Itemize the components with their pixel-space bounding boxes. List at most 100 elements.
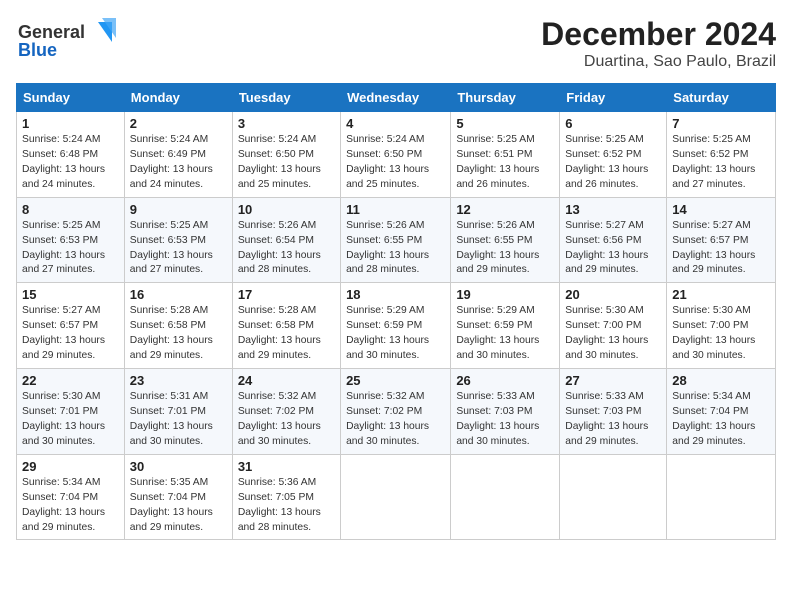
day-number: 24 xyxy=(238,373,335,388)
svg-text:General: General xyxy=(18,22,85,42)
calendar-cell: 20 Sunrise: 5:30 AMSunset: 7:00 PMDayligh… xyxy=(560,283,667,369)
calendar-cell xyxy=(341,454,451,540)
day-info: Sunrise: 5:24 AMSunset: 6:50 PMDaylight:… xyxy=(346,133,445,193)
calendar-cell: 10Sunrise: 5:26 AMSunset: 6:54 PMDayligh… xyxy=(232,197,340,283)
day-info: Sunrise: 5:31 AMSunset: 7:01 PMDaylight:… xyxy=(130,390,227,450)
calendar-cell: 15Sunrise: 5:27 AMSunset: 6:57 PMDayligh… xyxy=(17,283,125,369)
day-info: Sunrise: 5:24 AMSunset: 6:50 PMDaylight:… xyxy=(238,133,335,193)
day-info: Sunrise: 5:27 AMSunset: 6:56 PMDaylight:… xyxy=(565,219,661,279)
day-number: 18 xyxy=(346,287,445,302)
day-number: 3 xyxy=(238,116,335,131)
calendar-cell xyxy=(451,454,560,540)
day-info: Sunrise: 5:32 AMSunset: 7:02 PMDaylight:… xyxy=(238,390,335,450)
day-number: 4 xyxy=(346,116,445,131)
day-number: 26 xyxy=(456,373,554,388)
day-number: 17 xyxy=(238,287,335,302)
logo: General Blue xyxy=(16,16,126,60)
calendar-cell: 27 Sunrise: 5:33 AMSunset: 7:03 PMDayligh… xyxy=(560,369,667,455)
calendar-table: SundayMondayTuesdayWednesdayThursdayFrid… xyxy=(16,83,776,540)
day-info: Sunrise: 5:32 AMSunset: 7:02 PMDaylight:… xyxy=(346,390,445,450)
weekday-header-row: SundayMondayTuesdayWednesdayThursdayFrid… xyxy=(17,84,776,112)
week-row-4: 22Sunrise: 5:30 AMSunset: 7:01 PMDayligh… xyxy=(17,369,776,455)
month-title: December 2024 xyxy=(541,16,776,53)
day-number: 1 xyxy=(22,116,119,131)
day-info: Sunrise: 5:29 AMSunset: 6:59 PMDaylight:… xyxy=(456,304,554,364)
calendar-cell: 14 Sunrise: 5:27 AMSunset: 6:57 PMDayligh… xyxy=(667,197,776,283)
day-number: 31 xyxy=(238,459,335,474)
weekday-saturday: Saturday xyxy=(667,84,776,112)
day-info: Sunrise: 5:33 AMSunset: 7:03 PMDaylight:… xyxy=(565,390,661,450)
day-number: 8 xyxy=(22,202,119,217)
calendar-cell: 11Sunrise: 5:26 AMSunset: 6:55 PMDayligh… xyxy=(341,197,451,283)
day-number: 25 xyxy=(346,373,445,388)
calendar-cell: 6Sunrise: 5:25 AMSunset: 6:52 PMDaylight… xyxy=(560,112,667,198)
week-row-5: 29Sunrise: 5:34 AMSunset: 7:04 PMDayligh… xyxy=(17,454,776,540)
calendar-cell: 22Sunrise: 5:30 AMSunset: 7:01 PMDayligh… xyxy=(17,369,125,455)
day-number: 20 xyxy=(565,287,661,302)
calendar-cell: 26 Sunrise: 5:33 AMSunset: 7:03 PMDayligh… xyxy=(451,369,560,455)
day-number: 21 xyxy=(672,287,770,302)
day-info: Sunrise: 5:25 AMSunset: 6:53 PMDaylight:… xyxy=(22,219,119,279)
title-block: December 2024 Duartina, Sao Paulo, Brazi… xyxy=(541,16,776,71)
day-number: 14 xyxy=(672,202,770,217)
day-info: Sunrise: 5:24 AMSunset: 6:49 PMDaylight:… xyxy=(130,133,227,193)
day-number: 30 xyxy=(130,459,227,474)
day-info: Sunrise: 5:34 AMSunset: 7:04 PMDaylight:… xyxy=(672,390,770,450)
calendar-cell: 8 Sunrise: 5:25 AMSunset: 6:53 PMDaylight… xyxy=(17,197,125,283)
day-number: 9 xyxy=(130,202,227,217)
weekday-sunday: Sunday xyxy=(17,84,125,112)
day-number: 13 xyxy=(565,202,661,217)
weekday-wednesday: Wednesday xyxy=(341,84,451,112)
calendar-cell: 29Sunrise: 5:34 AMSunset: 7:04 PMDayligh… xyxy=(17,454,125,540)
logo-svg: General Blue xyxy=(16,16,126,60)
day-info: Sunrise: 5:30 AMSunset: 7:00 PMDaylight:… xyxy=(672,304,770,364)
day-number: 16 xyxy=(130,287,227,302)
day-info: Sunrise: 5:25 AMSunset: 6:52 PMDaylight:… xyxy=(672,133,770,193)
calendar-cell: 24 Sunrise: 5:32 AMSunset: 7:02 PMDayligh… xyxy=(232,369,340,455)
day-number: 23 xyxy=(130,373,227,388)
week-row-3: 15Sunrise: 5:27 AMSunset: 6:57 PMDayligh… xyxy=(17,283,776,369)
calendar-cell: 25 Sunrise: 5:32 AMSunset: 7:02 PMDayligh… xyxy=(341,369,451,455)
day-info: Sunrise: 5:33 AMSunset: 7:03 PMDaylight:… xyxy=(456,390,554,450)
calendar-cell: 7Sunrise: 5:25 AMSunset: 6:52 PMDaylight… xyxy=(667,112,776,198)
day-info: Sunrise: 5:36 AMSunset: 7:05 PMDaylight:… xyxy=(238,476,335,536)
calendar-body: 1 Sunrise: 5:24 AMSunset: 6:48 PMDaylight… xyxy=(17,112,776,540)
day-info: Sunrise: 5:24 AMSunset: 6:48 PMDaylight:… xyxy=(22,133,119,193)
day-info: Sunrise: 5:26 AMSunset: 6:55 PMDaylight:… xyxy=(456,219,554,279)
calendar-cell: 28 Sunrise: 5:34 AMSunset: 7:04 PMDayligh… xyxy=(667,369,776,455)
day-info: Sunrise: 5:35 AMSunset: 7:04 PMDaylight:… xyxy=(130,476,227,536)
day-info: Sunrise: 5:25 AMSunset: 6:51 PMDaylight:… xyxy=(456,133,554,193)
day-info: Sunrise: 5:28 AMSunset: 6:58 PMDaylight:… xyxy=(130,304,227,364)
weekday-friday: Friday xyxy=(560,84,667,112)
calendar-cell: 5 Sunrise: 5:25 AMSunset: 6:51 PMDaylight… xyxy=(451,112,560,198)
calendar-cell: 17 Sunrise: 5:28 AMSunset: 6:58 PMDayligh… xyxy=(232,283,340,369)
day-info: Sunrise: 5:25 AMSunset: 6:52 PMDaylight:… xyxy=(565,133,661,193)
day-number: 11 xyxy=(346,202,445,217)
day-info: Sunrise: 5:25 AMSunset: 6:53 PMDaylight:… xyxy=(130,219,227,279)
calendar-cell: 2 Sunrise: 5:24 AMSunset: 6:49 PMDaylight… xyxy=(124,112,232,198)
calendar-cell: 18 Sunrise: 5:29 AMSunset: 6:59 PMDayligh… xyxy=(341,283,451,369)
day-info: Sunrise: 5:29 AMSunset: 6:59 PMDaylight:… xyxy=(346,304,445,364)
day-info: Sunrise: 5:27 AMSunset: 6:57 PMDaylight:… xyxy=(672,219,770,279)
day-number: 27 xyxy=(565,373,661,388)
calendar-cell xyxy=(560,454,667,540)
day-number: 10 xyxy=(238,202,335,217)
week-row-2: 8 Sunrise: 5:25 AMSunset: 6:53 PMDaylight… xyxy=(17,197,776,283)
day-number: 29 xyxy=(22,459,119,474)
calendar-cell: 1 Sunrise: 5:24 AMSunset: 6:48 PMDaylight… xyxy=(17,112,125,198)
calendar-cell: 23 Sunrise: 5:31 AMSunset: 7:01 PMDayligh… xyxy=(124,369,232,455)
day-info: Sunrise: 5:27 AMSunset: 6:57 PMDaylight:… xyxy=(22,304,119,364)
weekday-monday: Monday xyxy=(124,84,232,112)
calendar-cell: 12 Sunrise: 5:26 AMSunset: 6:55 PMDayligh… xyxy=(451,197,560,283)
day-number: 5 xyxy=(456,116,554,131)
day-number: 12 xyxy=(456,202,554,217)
day-number: 28 xyxy=(672,373,770,388)
calendar-cell xyxy=(667,454,776,540)
weekday-tuesday: Tuesday xyxy=(232,84,340,112)
calendar-cell: 9 Sunrise: 5:25 AMSunset: 6:53 PMDaylight… xyxy=(124,197,232,283)
calendar-cell: 31 Sunrise: 5:36 AMSunset: 7:05 PMDayligh… xyxy=(232,454,340,540)
day-number: 2 xyxy=(130,116,227,131)
day-info: Sunrise: 5:30 AMSunset: 7:00 PMDaylight:… xyxy=(565,304,661,364)
calendar-cell: 4 Sunrise: 5:24 AMSunset: 6:50 PMDaylight… xyxy=(341,112,451,198)
day-info: Sunrise: 5:28 AMSunset: 6:58 PMDaylight:… xyxy=(238,304,335,364)
